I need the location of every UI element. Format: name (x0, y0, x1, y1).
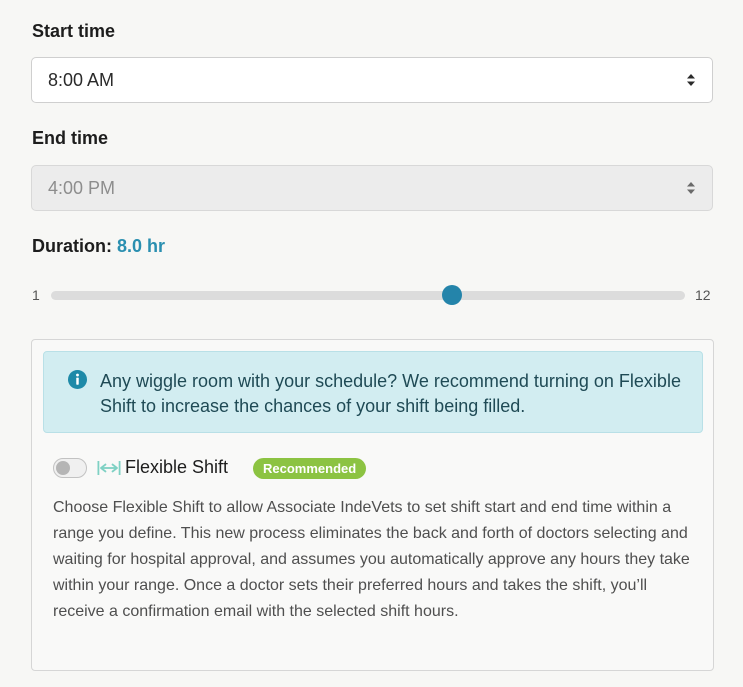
start-time-select[interactable]: 8:00 AM (31, 57, 713, 103)
toggle-knob (56, 461, 70, 475)
flexible-shift-description: Choose Flexible Shift to allow Associate… (53, 499, 690, 620)
start-time-label: Start time (32, 21, 116, 41)
duration-slider-track[interactable] (51, 291, 685, 300)
flexible-shift-label: Flexible Shift (125, 457, 229, 477)
info-icon (68, 370, 87, 389)
slider-min-label: 1 (32, 287, 40, 303)
sort-caret-icon (687, 182, 695, 194)
flexible-shift-toggle[interactable] (53, 458, 87, 478)
flexible-shift-card: Any wiggle room with your schedule? We r… (31, 339, 714, 671)
duration-value: 8.0 hr (117, 236, 166, 256)
end-time-select: 4:00 PM (31, 165, 713, 211)
alert-message: Any wiggle room with your schedule? We r… (100, 371, 681, 416)
start-time-value: 8:00 AM (48, 69, 115, 90)
end-time-value: 4:00 PM (48, 177, 116, 198)
flex-arrows-icon (97, 461, 121, 475)
recommended-badge: Recommended (253, 458, 367, 479)
duration-label-text: Duration: (32, 236, 112, 256)
duration-slider-thumb[interactable] (441, 285, 462, 305)
sort-caret-icon (687, 74, 695, 86)
slider-max-label: 12 (695, 287, 711, 303)
flexible-shift-alert: Any wiggle room with your schedule? We r… (43, 351, 703, 433)
duration-label: Duration: 8.0 hr (32, 236, 165, 257)
end-time-label: End time (32, 128, 109, 148)
